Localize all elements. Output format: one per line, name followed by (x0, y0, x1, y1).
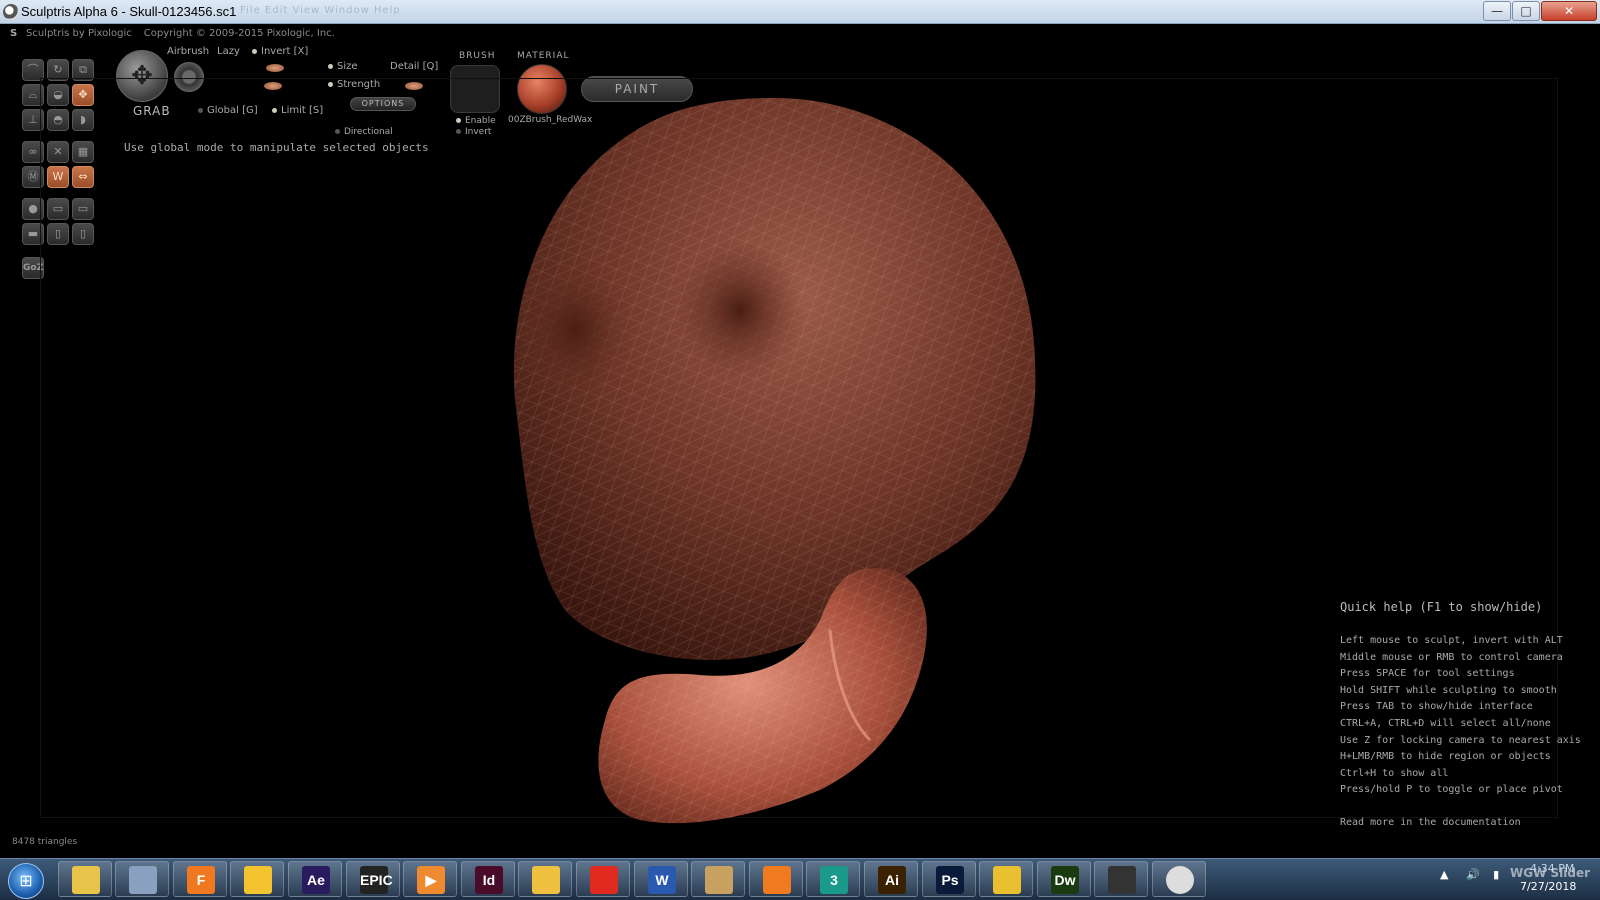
illustrator-icon: Ai (878, 866, 906, 894)
left-eye-socket (515, 255, 635, 405)
explorer-icon (72, 866, 100, 894)
quick-help-line: Hold SHIFT while sculpting to smooth (1340, 684, 1557, 696)
3d-builder-icon (129, 866, 157, 894)
taskbar-item-file-explorer[interactable] (518, 861, 572, 897)
taskbar-item-camera-app[interactable] (1094, 861, 1148, 897)
camera-app-icon (1108, 866, 1136, 894)
taskbar-item-epic-games[interactable]: EPIC (346, 861, 400, 897)
photoshop-icon: Ps (936, 866, 964, 894)
system-tray: ▲ 🔊 ▮ (1440, 868, 1499, 881)
start-button[interactable]: ⊞ (8, 863, 44, 899)
documentation-link[interactable]: Read more in the documentation (1340, 817, 1521, 828)
chrome-icon (993, 866, 1021, 894)
taskbar-item-explorer[interactable] (58, 861, 112, 897)
taskbar-item-after-effects[interactable]: Ae (288, 861, 342, 897)
quick-help-line: H+LMB/RMB to hide region or objects (1340, 751, 1551, 763)
quick-help-line: Press SPACE for tool settings (1340, 668, 1515, 680)
volume-icon[interactable]: 🔊 (1466, 868, 1480, 881)
media-player-icon: ▶ (417, 866, 445, 894)
triangle-count: 8478 triangles (12, 837, 78, 847)
taskbar-item-acrobat[interactable] (576, 861, 630, 897)
firefox-icon (763, 866, 791, 894)
taskbar-item-photoshop[interactable]: Ps (922, 861, 976, 897)
quick-help-list: Left mouse to sculpt, invert with ALT Mi… (1340, 633, 1581, 799)
taskbar-item-word[interactable]: W (634, 861, 688, 897)
taskbar-item-indesign[interactable]: Id (461, 861, 515, 897)
3ds-max-icon: 3 (820, 866, 848, 894)
taskbar-item-chrome[interactable] (979, 861, 1033, 897)
indesign-icon: Id (475, 866, 503, 894)
quick-help-title: Quick help (F1 to show/hide) (1340, 600, 1543, 614)
file-manager-icon (705, 866, 733, 894)
taskbar-item-illustrator[interactable]: Ai (864, 861, 918, 897)
taskbar-item-photos[interactable] (230, 861, 284, 897)
taskbar-item-sculptris[interactable] (1152, 861, 1206, 897)
quick-help-line: Middle mouse or RMB to control camera (1340, 651, 1563, 663)
taskbar-item-media-player[interactable]: ▶ (403, 861, 457, 897)
f-app-icon: F (187, 866, 215, 894)
network-signal-icon[interactable]: ▮ (1493, 868, 1499, 881)
word-icon: W (648, 866, 676, 894)
right-eye-socket (675, 240, 805, 380)
clock-date[interactable]: 7/27/2018 (1520, 880, 1576, 893)
taskbar-item-dreamweaver[interactable]: Dw (1037, 861, 1091, 897)
taskbar-item-3ds-max[interactable]: 3 (806, 861, 860, 897)
after-effects-icon: Ae (302, 866, 330, 894)
taskbar-item-firefox[interactable] (749, 861, 803, 897)
sculptris-icon (1166, 866, 1194, 894)
quick-help-line: Press/hold P to toggle or place pivot (1340, 784, 1563, 796)
quick-help-line: Ctrl+H to show all (1340, 767, 1449, 779)
taskbar-item-f-app[interactable]: F (173, 861, 227, 897)
show-hidden-icons-icon[interactable]: ▲ (1440, 868, 1448, 881)
epic-games-icon: EPIC (360, 866, 393, 894)
quick-help-line: CTRL+A, CTRL+D will select all/none (1340, 717, 1551, 729)
file-explorer-icon (532, 866, 560, 894)
photos-icon (244, 866, 272, 894)
dreamweaver-icon: Dw (1051, 866, 1079, 894)
taskbar-item-3d-builder[interactable] (115, 861, 169, 897)
taskbar-item-file-manager[interactable] (691, 861, 745, 897)
quick-help-line: Use Z for locking camera to nearest axis (1340, 734, 1581, 746)
acrobat-icon (590, 866, 618, 894)
quick-help-line: Press TAB to show/hide interface (1340, 701, 1533, 713)
clock-time[interactable]: 4:34 PM (1530, 862, 1574, 875)
quick-help-line: Left mouse to sculpt, invert with ALT (1340, 635, 1563, 646)
